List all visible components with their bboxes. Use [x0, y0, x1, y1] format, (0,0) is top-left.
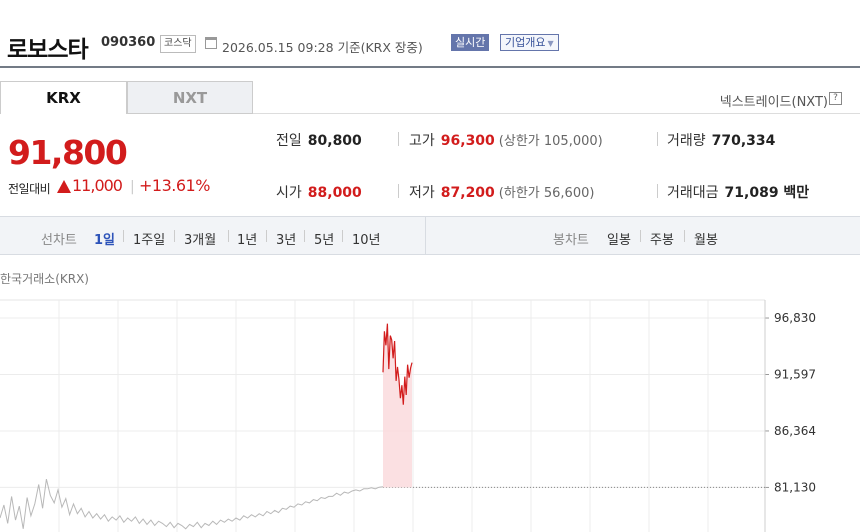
toolbar-divider [266, 230, 267, 242]
period-1d[interactable]: 1일 [94, 229, 115, 248]
stat-high: 고가 96,300 (상한가 105,000) [409, 133, 603, 149]
candle-daily[interactable]: 일봉 [607, 229, 631, 248]
period-3m[interactable]: 3개월 [184, 229, 216, 248]
toolbar-divider [342, 230, 343, 242]
period-1y[interactable]: 1년 [237, 229, 257, 248]
period-5y[interactable]: 5년 [314, 229, 334, 248]
change-label: 전일대비 [8, 182, 51, 196]
toolbar-divider [304, 230, 305, 242]
stat-amount: 거래대금 71,089 백만 [667, 185, 810, 201]
stock-name[interactable]: 로보스타 [7, 30, 89, 64]
toolbar-divider [123, 230, 124, 242]
candle-chart-label: 봉차트 [553, 233, 589, 248]
stat-divider [657, 184, 658, 198]
stat-prev-close: 전일 80,800 [276, 133, 362, 149]
stock-code: 090360 [101, 35, 156, 50]
tab-nxt[interactable]: NXT [127, 81, 253, 114]
change-separator: | [130, 179, 135, 195]
line-chart-label: 선차트 [41, 233, 77, 248]
help-icon[interactable]: ? [829, 92, 842, 105]
change-amount: 11,000 [72, 176, 123, 195]
y-tick-label: 96,830 [774, 311, 816, 325]
y-tick-label: 86,364 [774, 424, 816, 438]
stat-divider [657, 132, 658, 146]
toolbar-divider [174, 230, 175, 242]
toolbar-divider [684, 230, 685, 242]
stat-divider [398, 184, 399, 198]
y-tick-label: 81,130 [774, 480, 816, 494]
nxt-link[interactable]: 넥스트레이드(NXT) [720, 91, 828, 110]
price-chart[interactable]: 96,830 91,597 86,364 81,130 [0, 285, 860, 532]
stat-low: 저가 87,200 (하한가 56,600) [409, 185, 595, 201]
tab-divider [253, 113, 860, 114]
calendar-icon [205, 37, 217, 49]
candle-monthly[interactable]: 월봉 [694, 229, 718, 248]
current-price: 91,800 [8, 133, 128, 172]
stat-volume: 거래량 770,334 [667, 133, 776, 149]
toolbar-divider [425, 217, 426, 255]
realtime-button[interactable]: 실시간 [451, 34, 490, 51]
y-tick-label: 91,597 [774, 367, 816, 381]
series-previous-line [0, 478, 384, 530]
stat-divider [398, 132, 399, 146]
toolbar-divider [228, 230, 229, 242]
stock-header: 로보스타 090360 코스닥 2026.05.15 09:28 기준(KRX … [0, 0, 860, 68]
period-10y[interactable]: 10년 [352, 229, 381, 248]
toolbar-divider [640, 230, 641, 242]
change-percent: +13.61% [139, 176, 210, 195]
series-today-area [383, 323, 412, 488]
market-badge: 코스닥 [160, 35, 196, 53]
chart-toolbar: 선차트 1일 1주일 3개월 1년 3년 5년 10년 봉차트 일봉 주봉 월봉 [0, 216, 860, 255]
period-3y[interactable]: 3년 [276, 229, 296, 248]
tab-krx[interactable]: KRX [0, 81, 127, 114]
stat-open: 시가 88,000 [276, 185, 362, 201]
quote-datetime: 2026.05.15 09:28 기준(KRX 장중) [222, 40, 423, 55]
up-triangle-icon [57, 180, 71, 193]
candle-weekly[interactable]: 주봉 [650, 229, 674, 248]
chevron-down-icon: ▼ [547, 39, 554, 48]
company-info-dropdown[interactable]: 기업개요 ▼ [500, 34, 559, 51]
period-1w[interactable]: 1주일 [133, 229, 165, 248]
